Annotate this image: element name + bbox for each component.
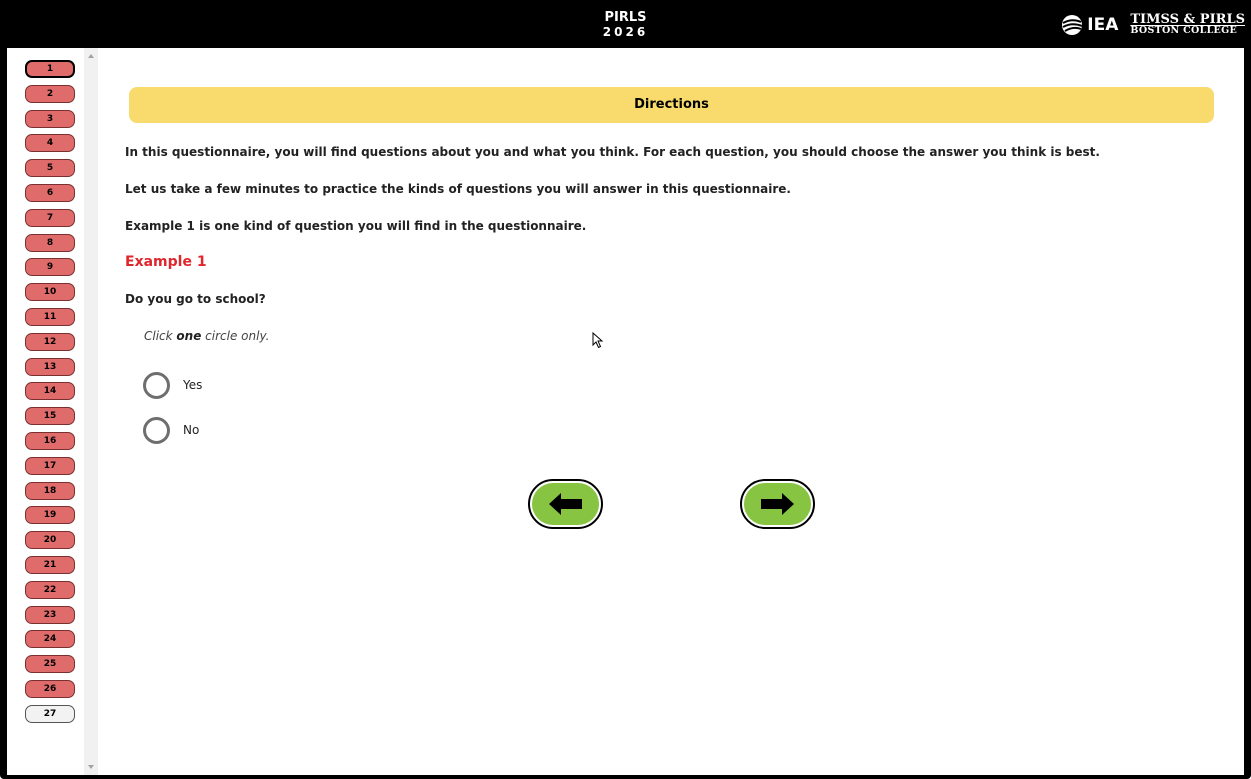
main-content: Directions In this questionnaire, you wi… — [98, 48, 1244, 775]
workspace: 1 2 3 4 5 6 7 8 9 10 11 12 13 14 15 16 17 18 19 20 21 22 23 24 2… — [7, 48, 1244, 775]
nav-question-25[interactable]: 25 — [25, 655, 75, 674]
sidebar-scrollbar[interactable] — [84, 48, 98, 775]
nav-question-21[interactable]: 21 — [25, 555, 75, 574]
nav-question-14[interactable]: 14 — [25, 382, 75, 401]
nav-question-9[interactable]: 9 — [25, 258, 75, 277]
arrow-left-icon — [549, 493, 582, 515]
answer-instruction: Click one circle only. — [144, 329, 269, 343]
nav-question-15[interactable]: 15 — [25, 407, 75, 426]
nav-question-23[interactable]: 23 — [25, 605, 75, 624]
example-label: Example 1 — [125, 254, 207, 270]
iea-globe-icon — [1062, 15, 1083, 35]
mouse-pointer-icon — [592, 332, 604, 349]
nav-question-11[interactable]: 11 — [25, 307, 75, 326]
question-text: Do you go to school? — [125, 292, 266, 306]
iea-logo: IEA — [1061, 14, 1118, 36]
nav-question-20[interactable]: 20 — [25, 531, 75, 550]
app-frame: PIRLS 2026 IEA TIMSS & PIRLS BOSTON COLL… — [0, 0, 1251, 779]
nav-question-2[interactable]: 2 — [25, 84, 75, 103]
timss-logo-line-2: BOSTON COLLEGE — [1130, 25, 1238, 36]
arrow-right-icon — [761, 493, 794, 515]
nav-question-3[interactable]: 3 — [25, 109, 75, 128]
partner-logos: IEA TIMSS & PIRLS BOSTON COLLEGE — [1061, 13, 1245, 37]
timss-logo-line-1: TIMSS & PIRLS — [1130, 12, 1245, 27]
radio-yes[interactable] — [143, 371, 170, 399]
nav-question-7[interactable]: 7 — [25, 208, 75, 227]
radio-no[interactable] — [143, 416, 170, 444]
instruction-emphasis: one — [176, 329, 202, 343]
nav-question-5[interactable]: 5 — [25, 159, 75, 178]
nav-question-26[interactable]: 26 — [25, 679, 75, 698]
nav-question-18[interactable]: 18 — [25, 481, 75, 500]
option-label-yes: Yes — [183, 378, 203, 392]
scroll-down-icon[interactable] — [88, 765, 94, 769]
next-button-face[interactable] — [744, 483, 811, 525]
nav-question-1[interactable]: 1 — [25, 60, 75, 78]
question-navigator: 1 2 3 4 5 6 7 8 9 10 11 12 13 14 15 16 17 18 19 20 21 22 23 24 2… — [7, 48, 98, 775]
nav-question-19[interactable]: 19 — [25, 506, 75, 525]
option-label-no: No — [183, 423, 200, 437]
nav-question-13[interactable]: 13 — [25, 357, 75, 376]
header-bar: PIRLS 2026 IEA TIMSS & PIRLS BOSTON COLL… — [0, 0, 1251, 48]
nav-question-10[interactable]: 10 — [25, 283, 75, 302]
nav-question-4[interactable]: 4 — [25, 134, 75, 153]
iea-logo-text: IEA — [1087, 15, 1119, 35]
directions-paragraph-1: In this questionnaire, you will find que… — [125, 145, 1100, 159]
instruction-pre: Click — [144, 329, 177, 343]
directions-paragraph-3: Example 1 is one kind of question you wi… — [125, 219, 587, 233]
scroll-up-icon[interactable] — [88, 54, 94, 58]
nav-question-22[interactable]: 22 — [25, 580, 75, 599]
next-button[interactable] — [740, 479, 815, 529]
answer-option-no[interactable]: No — [143, 416, 199, 444]
answer-option-yes[interactable]: Yes — [143, 371, 202, 399]
question-nav-list: 1 2 3 4 5 6 7 8 9 10 11 12 13 14 15 16 17 18 19 20 21 22 23 24 2… — [23, 60, 76, 730]
nav-question-27[interactable]: 27 — [25, 704, 75, 723]
nav-question-6[interactable]: 6 — [25, 183, 75, 202]
nav-question-17[interactable]: 17 — [25, 456, 75, 475]
nav-question-8[interactable]: 8 — [25, 233, 75, 252]
directions-paragraph-2: Let us take a few minutes to practice th… — [125, 182, 791, 196]
nav-question-12[interactable]: 12 — [25, 332, 75, 351]
directions-header: Directions — [129, 87, 1214, 123]
timss-pirls-logo: TIMSS & PIRLS BOSTON COLLEGE — [1130, 12, 1245, 36]
nav-question-16[interactable]: 16 — [25, 431, 75, 450]
back-button[interactable] — [528, 479, 603, 529]
back-button-face[interactable] — [532, 483, 599, 525]
instruction-post: circle only. — [201, 329, 270, 343]
nav-question-24[interactable]: 24 — [25, 630, 75, 649]
